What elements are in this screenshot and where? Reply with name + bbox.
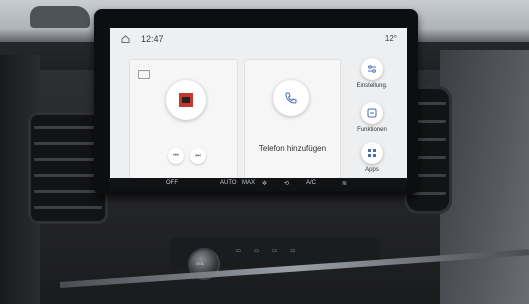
phone-button[interactable] bbox=[273, 80, 309, 116]
volume-knob-label: VOL bbox=[196, 261, 205, 266]
fan-off-button[interactable]: OFF bbox=[166, 180, 178, 186]
apps-grid-icon bbox=[368, 149, 376, 157]
apps-button[interactable]: Apps bbox=[342, 142, 402, 173]
status-bar: 12:47 12° bbox=[110, 28, 407, 48]
media-card[interactable]: ⏮ ⏭ bbox=[130, 60, 237, 178]
functions-circle bbox=[361, 102, 383, 124]
parked-car-outside bbox=[30, 6, 90, 28]
apps-circle bbox=[361, 142, 383, 164]
functions-icon bbox=[367, 108, 377, 118]
settings-sliders-icon bbox=[368, 65, 376, 73]
functions-button[interactable]: Funktionen bbox=[342, 102, 402, 133]
album-art-button[interactable] bbox=[166, 80, 206, 120]
apps-label: Apps bbox=[365, 167, 379, 173]
album-art-icon bbox=[179, 93, 193, 107]
settings-button[interactable]: Einstellung. bbox=[342, 58, 402, 89]
car-interior-scene: 12:47 12° ⏮ ⏭ Telefon hinzufügen Einstel… bbox=[0, 0, 529, 304]
climate-bar: OFF AUTO MAX ✲ ⟲ A/C ≋ bbox=[110, 178, 407, 191]
auto-climate-button[interactable]: AUTO bbox=[220, 180, 237, 186]
phone-card[interactable]: Telefon hinzufügen bbox=[245, 60, 340, 178]
seat-heat-icon[interactable]: ≋ bbox=[342, 180, 347, 187]
outside-temperature: 12° bbox=[384, 34, 397, 43]
settings-label: Einstellung. bbox=[356, 83, 388, 89]
vent-slat bbox=[34, 126, 102, 129]
dashboard-right-panel bbox=[440, 50, 529, 304]
fan-icon[interactable]: ✲ bbox=[262, 180, 267, 187]
max-defrost-button[interactable]: MAX bbox=[242, 180, 255, 186]
hazard-and-defrost-buttons[interactable]: ▭ ▭ ▭ ▭ bbox=[236, 248, 301, 254]
recirculation-icon[interactable]: ⟲ bbox=[284, 180, 289, 187]
home-icon[interactable] bbox=[121, 35, 130, 43]
phone-icon bbox=[285, 92, 297, 104]
add-phone-label: Telefon hinzufügen bbox=[258, 144, 327, 153]
previous-track-button[interactable]: ⏮ bbox=[168, 148, 184, 164]
vent-slat bbox=[34, 142, 102, 145]
vent-slat bbox=[34, 174, 102, 177]
next-track-button[interactable]: ⏭ bbox=[190, 148, 206, 164]
infotainment-screen: 12:47 12° ⏮ ⏭ Telefon hinzufügen Einstel… bbox=[110, 28, 407, 191]
clock: 12:47 bbox=[141, 34, 164, 44]
radio-source-icon bbox=[138, 70, 150, 79]
vent-slat bbox=[34, 206, 102, 209]
vent-slat bbox=[34, 158, 102, 161]
settings-circle bbox=[361, 58, 383, 80]
vent-slat bbox=[34, 190, 102, 193]
ac-button[interactable]: A/C bbox=[306, 180, 316, 186]
functions-label: Funktionen bbox=[357, 127, 387, 133]
